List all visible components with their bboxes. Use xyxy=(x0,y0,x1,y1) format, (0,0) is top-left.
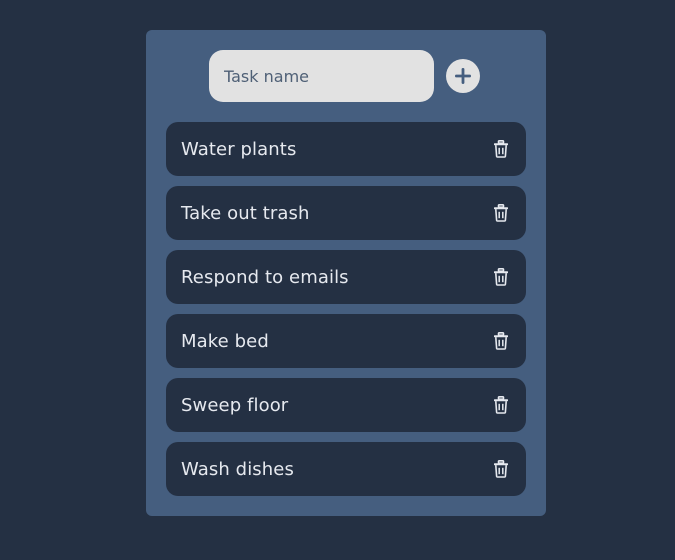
task-label: Take out trash xyxy=(181,202,310,224)
task-item: Sweep floor xyxy=(166,378,526,432)
todo-panel: Water plants Take out trash xyxy=(146,30,546,516)
trash-icon xyxy=(494,268,508,286)
task-label: Wash dishes xyxy=(181,458,294,480)
task-label: Water plants xyxy=(181,138,297,160)
task-item: Water plants xyxy=(166,122,526,176)
task-label: Make bed xyxy=(181,330,269,352)
task-item: Take out trash xyxy=(166,186,526,240)
trash-icon xyxy=(494,140,508,158)
delete-task-button[interactable] xyxy=(492,396,510,414)
trash-icon xyxy=(494,460,508,478)
delete-task-button[interactable] xyxy=(492,332,510,350)
trash-icon xyxy=(494,332,508,350)
delete-task-button[interactable] xyxy=(492,460,510,478)
task-item: Wash dishes xyxy=(166,442,526,496)
task-item: Make bed xyxy=(166,314,526,368)
plus-icon xyxy=(455,68,471,84)
task-name-input[interactable] xyxy=(209,50,434,102)
task-label: Respond to emails xyxy=(181,266,349,288)
trash-icon xyxy=(494,204,508,222)
task-list: Water plants Take out trash Respond to e… xyxy=(166,122,526,506)
delete-task-button[interactable] xyxy=(492,268,510,286)
add-task-button[interactable] xyxy=(446,59,480,93)
task-label: Sweep floor xyxy=(181,394,289,416)
trash-icon xyxy=(494,396,508,414)
task-item: Respond to emails xyxy=(166,250,526,304)
delete-task-button[interactable] xyxy=(492,204,510,222)
new-task-row xyxy=(209,50,481,102)
delete-task-button[interactable] xyxy=(492,140,510,158)
